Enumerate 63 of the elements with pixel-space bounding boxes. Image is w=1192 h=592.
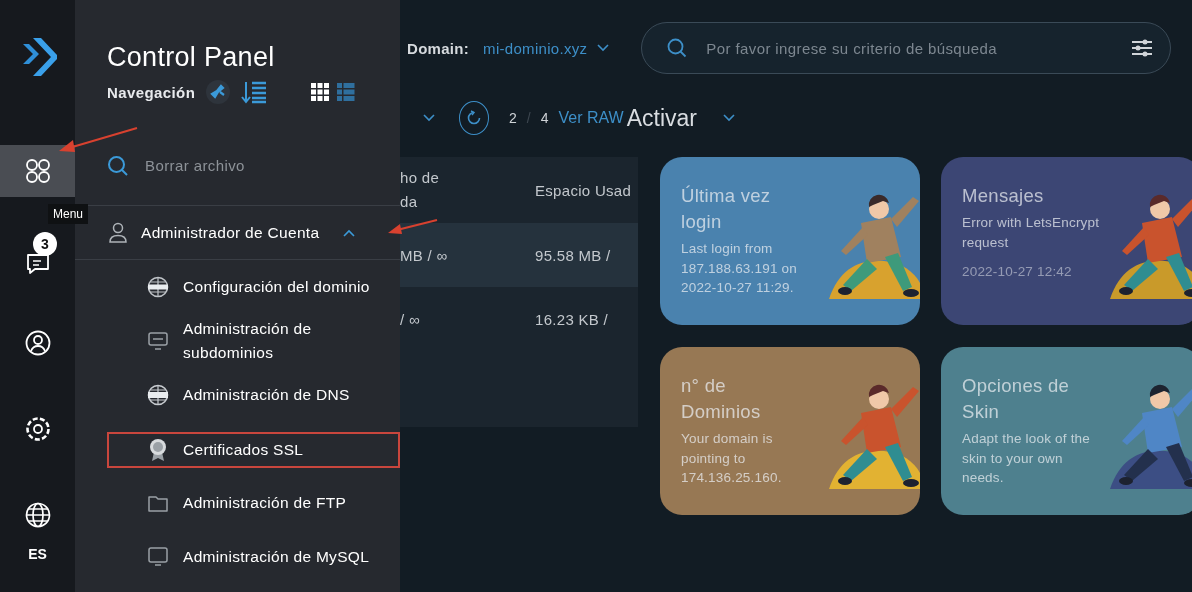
menu-item[interactable]: Administración de FTP xyxy=(75,476,400,530)
domain-label: Domain: xyxy=(407,39,470,57)
search-field[interactable]: Por favor ingrese su criterio de búsqueda xyxy=(641,22,1172,74)
menu-item[interactable]: Administración de MySQL xyxy=(75,530,400,584)
card-text: Your domain is pointing to 174.136.25.160. xyxy=(681,430,783,487)
settings-icon xyxy=(24,416,51,442)
grid-view-button[interactable] xyxy=(311,83,330,101)
action-dropdown[interactable]: Activar xyxy=(626,104,735,132)
certificate-icon xyxy=(147,438,169,462)
globe-icon xyxy=(147,276,169,298)
notification-badge: 3 xyxy=(33,232,57,256)
card-title: Última vez login xyxy=(681,184,772,234)
info-card[interactable]: Mensajes Error with LetsEncrypt request 2022-10-27 12:42 xyxy=(941,157,1192,325)
navigation-label: Navegación xyxy=(107,83,196,101)
card-title: n° de Dominios xyxy=(681,374,762,424)
tooltip: Menu xyxy=(48,204,89,224)
grid-icon xyxy=(311,83,330,101)
card-title: Mensajes xyxy=(962,184,1045,208)
table-cell-text: 16.23 KB / xyxy=(535,310,610,328)
menu-item[interactable]: Configuración del dominio xyxy=(75,260,400,314)
table-cell-text: 95.58 MB / xyxy=(535,246,612,264)
filter-icon[interactable] xyxy=(1131,38,1154,58)
card-text: Last login from 187.188.63.191 on 2022-10-27 11:29. xyxy=(681,240,798,297)
rail-language-button[interactable]: ES xyxy=(0,472,75,572)
user-icon xyxy=(24,330,51,356)
chevron-down-icon xyxy=(723,114,735,122)
menu-item[interactable]: Administración de DNS xyxy=(75,368,400,422)
chevron-up-icon xyxy=(343,228,356,237)
menu-icon xyxy=(24,158,51,184)
search-icon xyxy=(107,154,129,177)
domain-dropdown[interactable]: mi-dominio.xyz xyxy=(483,39,610,57)
table-row[interactable]: MB / ∞ 95.58 MB / xyxy=(400,223,638,287)
monitor-icon xyxy=(147,330,169,352)
table-row[interactable]: / ∞ 16.23 KB / xyxy=(400,287,638,351)
menu-item[interactable]: Administración de subdominios xyxy=(75,314,400,368)
menu-item[interactable]: Certificados SSL xyxy=(107,432,400,468)
panel-title: Control Panel xyxy=(107,41,276,74)
page-separator: / xyxy=(526,110,531,126)
list-icon xyxy=(337,83,356,101)
refresh-icon xyxy=(466,110,482,126)
monitor-icon xyxy=(147,546,169,568)
card-text: Adapt the look of the skin to your own needs. xyxy=(962,430,1092,487)
column-header: ho de da xyxy=(400,168,441,212)
sort-list-icon[interactable] xyxy=(241,80,268,104)
table-cell-text: MB / ∞ xyxy=(400,246,449,264)
globe-icon xyxy=(147,384,169,406)
card-text: Error with LetsEncrypt request xyxy=(962,214,1101,252)
card-title: Opciones de Skin xyxy=(962,374,1071,424)
pin-icon[interactable] xyxy=(205,79,232,105)
globe-icon xyxy=(24,502,51,528)
search-icon xyxy=(667,38,688,58)
chevron-down-icon xyxy=(597,44,610,52)
card-date: 2022-10-27 12:42 xyxy=(962,263,1073,281)
user-icon xyxy=(109,221,127,244)
raw-link[interactable]: Ver RAW xyxy=(558,109,624,127)
annotation-arrow xyxy=(387,218,439,236)
page-number: 2 xyxy=(509,110,517,126)
search-field[interactable]: Borrar archivo xyxy=(143,156,347,175)
page-total: 4 xyxy=(540,110,549,126)
chevron-down-icon[interactable] xyxy=(423,114,435,122)
table-cell-text: / ∞ xyxy=(400,310,421,328)
list-view-button[interactable] xyxy=(337,83,356,101)
column-header: Espacio Usad xyxy=(535,181,633,199)
